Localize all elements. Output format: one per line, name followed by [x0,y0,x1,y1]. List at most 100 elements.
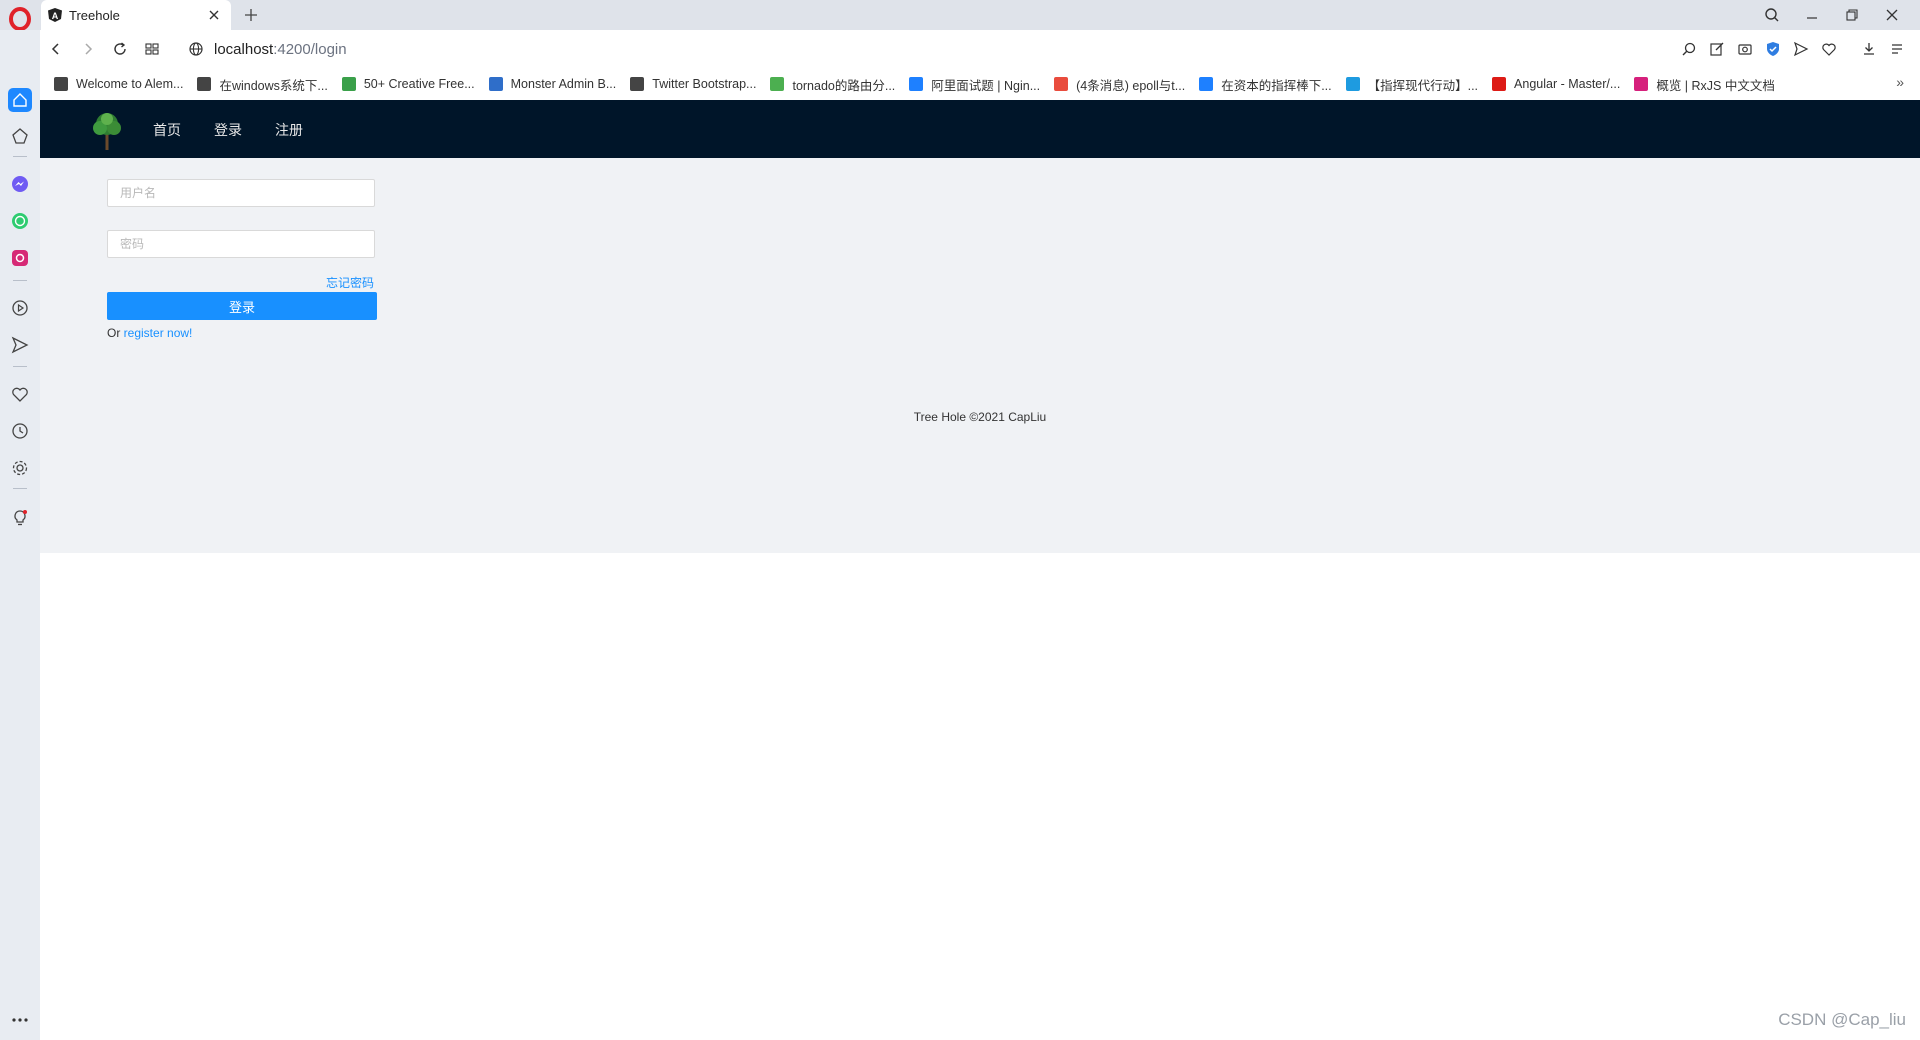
url-path: :4200/login [273,40,347,58]
window-controls [1752,2,1912,28]
more-dots-icon[interactable] [8,1008,32,1032]
bookmark-item[interactable]: (4条消息) epoll与t... [1054,75,1185,94]
tree-logo-icon[interactable] [90,110,124,152]
edit-icon [197,77,212,91]
restore-icon[interactable] [1832,2,1872,28]
bookmark-label: 概览 | RxJS 中文文档 [1656,78,1775,93]
zhihu-icon [1199,77,1214,91]
bookmark-label: 50+ Creative Free... [363,77,475,91]
username-input[interactable] [107,179,375,207]
settings-gear-icon[interactable] [8,456,32,480]
bookmark-item[interactable]: Twitter Bootstrap... [630,77,756,91]
nav-login[interactable]: 登录 [214,120,242,140]
instagram-icon[interactable] [8,246,32,270]
snapshot-camera-icon[interactable] [1732,36,1758,62]
close-tab-icon[interactable] [203,4,225,26]
new-tab-icon[interactable] [240,4,262,26]
player-icon[interactable] [8,296,32,320]
bookmarks-bar: Welcome to Alem... 在windows系统下... 50+ Crea… [40,68,1920,100]
zhihu-icon [909,77,924,91]
angular-favicon-icon: A [47,7,63,23]
close-window-icon[interactable] [1872,2,1912,28]
bookmark-item[interactable]: tornado的路由分... [770,75,895,94]
opera-logo-icon[interactable] [8,7,32,31]
bookmark-label: 在资本的指挥棒下... [1221,78,1332,93]
minimize-icon[interactable] [1792,2,1832,28]
bookmark-label: Angular - Master/... [1514,77,1621,91]
download-icon[interactable] [1856,36,1882,62]
history-clock-icon[interactable] [8,419,32,443]
password-input[interactable] [107,230,375,258]
bookmark-item[interactable]: 50+ Creative Free... [341,77,475,91]
sidebar-divider [13,156,27,157]
send-icon[interactable] [1788,36,1814,62]
tips-lightbulb-icon[interactable] [8,506,32,530]
opera-sidebar [0,30,40,1040]
nav-home[interactable]: 首页 [153,120,181,140]
bookmark-item[interactable]: 阿里面试题 | Ngin... [909,75,1040,94]
bookmark-label: 阿里面试题 | Ngin... [931,78,1041,93]
nav-register[interactable]: 注册 [275,120,303,140]
reload-icon[interactable] [104,33,136,65]
bookmarks-heart-icon[interactable] [8,382,32,406]
tab-title: Treehole [69,7,120,23]
search-page-icon[interactable] [1676,36,1702,62]
tab-treehole[interactable]: A Treehole [41,0,231,30]
bookmark-label: Welcome to Alem... [76,77,184,91]
forgot-password-link[interactable]: 忘记密码 [326,274,374,291]
svg-text:A: A [52,11,59,21]
document-icon [54,77,68,91]
home-icon[interactable] [8,88,32,112]
leaf-icon [488,77,503,91]
bookmark-item[interactable]: 【指挥现代行动】... [1345,75,1479,94]
leaf-icon [341,77,356,91]
messenger-icon[interactable] [8,172,32,196]
flow-send-icon[interactable] [8,333,32,357]
bookmark-item[interactable]: 概览 | RxJS 中文文档 [1634,75,1775,94]
angular-icon [1492,77,1507,91]
sidebar-divider [13,280,27,281]
speed-dial-icon[interactable] [136,33,168,65]
bookmark-label: 【指挥现代行动】... [1367,78,1479,93]
csdn-icon [1054,77,1069,91]
register-prefix: Or [107,326,124,340]
whatsapp-icon[interactable] [8,209,32,233]
url-host: localhost [214,40,274,58]
bookmark-item[interactable]: Angular - Master/... [1492,77,1620,91]
footer-copyright: Tree Hole ©2021 CapLiu [913,410,1047,424]
browser-tab-strip: A Treehole [0,0,1920,31]
pinboard-icon[interactable] [8,124,32,148]
bookmark-label: 在windows系统下... [219,78,328,93]
address-bar: localhost:4200/login [40,30,1920,68]
csdn-watermark: CSDN @Cap_liu [1778,1010,1906,1029]
url-field[interactable]: localhost:4200/login [214,41,347,58]
bookmark-item[interactable]: Monster Admin B... [488,77,616,91]
login-content-area: 忘记密码 登录 Or register now! Tree Hole ©2021… [40,158,1920,553]
rxjs-icon [1634,77,1649,91]
vpn-shield-icon[interactable] [1760,36,1786,62]
bookmark-item[interactable]: Welcome to Alem... [54,77,183,91]
bookmark-label: Twitter Bootstrap... [652,77,757,91]
site-info-globe-icon[interactable] [180,33,212,65]
web-page: 首页 登录 注册 忘记密码 登录 Or register now! Tree H… [40,100,1920,1040]
bookmark-label: tornado的路由分... [792,78,896,93]
easy-setup-menu-icon[interactable] [1884,36,1910,62]
more-bookmarks-icon[interactable]: » [1896,74,1904,90]
bookmark-item[interactable]: 在资本的指挥棒下... [1199,75,1332,94]
back-icon[interactable] [40,33,72,65]
register-now-link[interactable]: register now! [124,326,193,340]
register-line: Or register now! [107,326,192,340]
login-button[interactable]: 登录 [107,292,377,320]
sidebar-divider [13,366,27,367]
edit-icon[interactable] [1704,36,1730,62]
search-tabs-icon[interactable] [1752,2,1792,28]
address-bar-actions [1676,36,1910,62]
document-icon [630,77,645,91]
app-header: 首页 登录 注册 [40,100,1920,158]
bookmark-label: (4条消息) epoll与t... [1076,78,1186,93]
bookmark-item[interactable]: 在windows系统下... [197,75,328,94]
forward-icon[interactable] [72,33,104,65]
bilibili-icon [1345,77,1360,91]
heart-icon[interactable] [1816,36,1842,62]
sidebar-divider [13,488,27,489]
